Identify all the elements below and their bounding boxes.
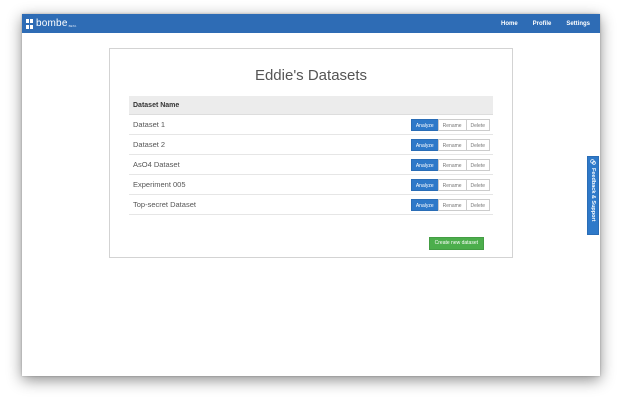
rename-button[interactable]: Rename: [437, 118, 467, 131]
analyze-button[interactable]: Analyze: [410, 158, 439, 171]
analyze-button[interactable]: Analyze: [410, 138, 439, 151]
analyze-button[interactable]: Analyze: [410, 118, 439, 131]
datasets-panel: Eddie's Datasets Dataset Name Dataset 1 …: [109, 48, 513, 258]
dataset-name: Experiment 005: [133, 180, 186, 189]
analyze-button[interactable]: Analyze: [410, 198, 439, 211]
delete-button[interactable]: Delete: [465, 158, 490, 171]
row-actions: Analyze Rename Delete: [410, 158, 490, 171]
create-dataset-button[interactable]: Create new dataset: [428, 237, 484, 250]
column-header-dataset-name: Dataset Name: [129, 96, 493, 115]
rename-button[interactable]: Rename: [437, 178, 467, 191]
row-actions: Analyze Rename Delete: [410, 118, 490, 131]
nav-links: Home Profile Settings: [486, 14, 590, 33]
nav-link-settings[interactable]: Settings: [566, 21, 590, 27]
table-row: AsO4 Dataset Analyze Rename Delete: [129, 155, 493, 175]
feedback-label: Feedback & Support: [590, 168, 596, 222]
delete-button[interactable]: Delete: [465, 178, 490, 191]
delete-button[interactable]: Delete: [465, 198, 490, 211]
dataset-name: Dataset 2: [133, 140, 166, 149]
feedback-support-tab[interactable]: Feedback & Support: [587, 156, 599, 235]
rename-button[interactable]: Rename: [437, 198, 467, 211]
logo-text: bombe: [36, 18, 68, 29]
dataset-name: Top-secret Dataset: [133, 200, 196, 209]
nav-link-profile[interactable]: Profile: [533, 21, 552, 27]
delete-button[interactable]: Delete: [465, 138, 490, 151]
dataset-name: Dataset 1: [133, 120, 166, 129]
logo-beta-badge: BETA: [68, 24, 77, 28]
rename-button[interactable]: Rename: [437, 158, 467, 171]
row-actions: Analyze Rename Delete: [410, 138, 490, 151]
datasets-table: Dataset Name Dataset 1 Analyze Rename De…: [129, 96, 493, 215]
navbar: bombe BETA Home Profile Settings: [22, 14, 600, 33]
page-title: Eddie's Datasets: [254, 67, 368, 84]
logo-mark-icon: [26, 19, 34, 29]
rename-button[interactable]: Rename: [437, 138, 467, 151]
chat-bubble-icon: [590, 159, 596, 165]
row-actions: Analyze Rename Delete: [410, 198, 490, 211]
delete-button[interactable]: Delete: [465, 118, 490, 131]
table-row: Dataset 2 Analyze Rename Delete: [129, 135, 493, 155]
logo[interactable]: bombe BETA: [26, 17, 76, 30]
analyze-button[interactable]: Analyze: [410, 178, 439, 191]
table-row: Dataset 1 Analyze Rename Delete: [129, 115, 493, 135]
row-actions: Analyze Rename Delete: [410, 178, 490, 191]
table-row: Top-secret Dataset Analyze Rename Delete: [129, 195, 493, 215]
dataset-name: AsO4 Dataset: [133, 160, 180, 169]
table-row: Experiment 005 Analyze Rename Delete: [129, 175, 493, 195]
nav-link-home[interactable]: Home: [501, 21, 518, 27]
app-window: bombe BETA Home Profile Settings Eddie's…: [22, 14, 600, 376]
